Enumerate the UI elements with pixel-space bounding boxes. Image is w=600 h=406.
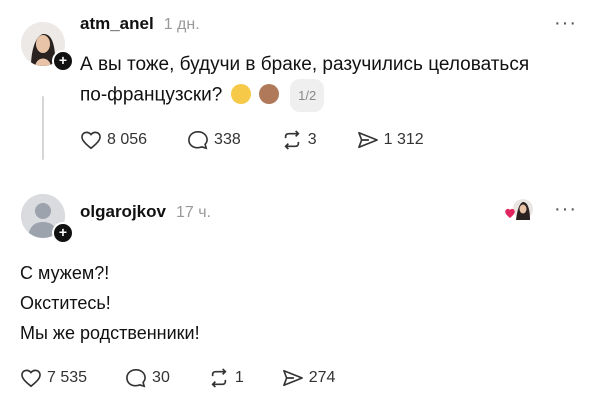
repost-icon (211, 368, 227, 388)
reply-body: С мужем?! Окститесь! Мы же родственники! (20, 258, 200, 348)
post-text-line-1: А вы тоже, будучи в браке, разучились це… (80, 54, 530, 75)
reply-more-options-icon[interactable]: ··· (554, 198, 577, 221)
reply-time: 17 ч. (175, 204, 211, 221)
post-comment-count: 338 (214, 131, 241, 148)
post-repost-count: 3 (307, 131, 317, 148)
heart-icon (21, 369, 41, 388)
post-more-options-icon[interactable]: ··· (554, 12, 577, 35)
post-share-count: 1 312 (383, 131, 424, 148)
repost-icon (284, 130, 300, 150)
reply-repost-button[interactable]: 1 (208, 368, 244, 388)
post-repost-button[interactable]: 3 (281, 130, 317, 150)
reply-line-3: Мы же родственники! (20, 323, 200, 343)
thread-connector-line (42, 96, 44, 160)
comment-icon (126, 368, 146, 388)
reply-like-button[interactable]: 7 535 (20, 368, 87, 388)
post-share-button[interactable]: 1 312 (357, 130, 424, 150)
liked-by-author-icon (505, 199, 533, 220)
follow-plus-icon[interactable]: + (52, 222, 74, 244)
media-pager-badge: 1/2 (290, 79, 325, 112)
follow-plus-icon[interactable]: + (52, 50, 74, 72)
reply-comment-button[interactable]: 30 (125, 368, 170, 388)
reply-line-2: Окститесь! (20, 293, 111, 313)
reply-repost-count: 1 (234, 369, 244, 386)
post-time: 1 дн. (163, 16, 200, 33)
share-send-icon (282, 369, 303, 387)
post-username[interactable]: atm_anel (80, 14, 154, 34)
reply-line-1: С мужем?! (20, 263, 110, 283)
reply-comment-count: 30 (152, 369, 170, 386)
share-send-icon (357, 131, 378, 149)
reply-like-count: 7 535 (47, 369, 88, 386)
post-comment-button[interactable]: 338 (187, 130, 241, 150)
reply-actions-bar: 7 535 30 1 274 (20, 368, 335, 388)
laughing-with-tears-icon (230, 83, 251, 104)
reply-share-count: 274 (308, 369, 336, 386)
heart-icon (81, 131, 101, 150)
post-like-button[interactable]: 8 056 (80, 130, 147, 150)
post-text-line-2: по-французски? (80, 84, 223, 106)
reply-username[interactable]: olgarojkov (80, 202, 166, 222)
post-body: А вы тоже, будучи в браке, разучились це… (80, 50, 590, 112)
post-like-count: 8 056 (107, 131, 148, 148)
post-actions-bar: 8 056 338 3 1 312 (80, 130, 424, 150)
comment-icon (188, 130, 208, 150)
see-no-evil-monkey-icon (258, 83, 279, 104)
liked-by-author-badge (504, 198, 534, 222)
reply-share-button[interactable]: 274 (282, 368, 336, 388)
